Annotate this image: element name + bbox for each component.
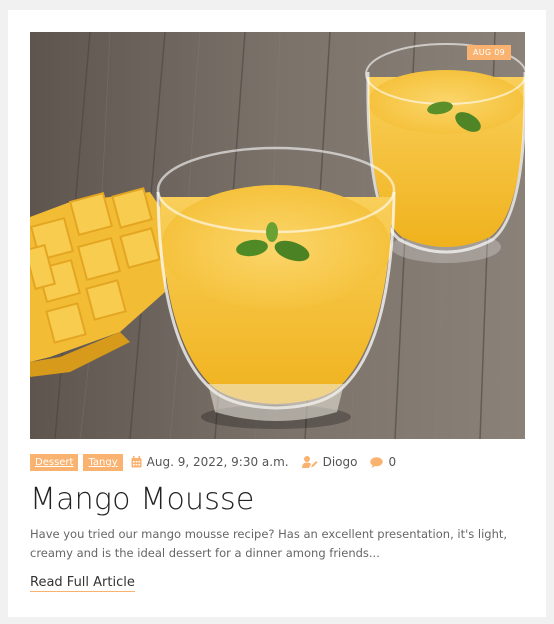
article-datetime: Aug. 9, 2022, 9:30 a.m. <box>146 455 289 469</box>
article-comments: 0 <box>370 455 396 469</box>
read-full-article-link[interactable]: Read Full Article <box>30 575 135 592</box>
tag-dessert[interactable]: Dessert <box>30 453 79 471</box>
article-title[interactable]: Mango Mousse <box>30 482 255 517</box>
article-meta: Dessert Tangy Aug. 9, 2022, 9:30 a.m. Di… <box>30 452 406 472</box>
tag-tangy[interactable]: Tangy <box>83 453 123 471</box>
user-edit-icon <box>301 456 318 468</box>
comment-icon <box>370 456 384 468</box>
article-image[interactable]: AUG 09 <box>30 32 525 439</box>
article-author: Diogo <box>301 455 358 469</box>
date-badge: AUG 09 <box>466 45 511 60</box>
article-card: AUG 09 Dessert Tangy Aug. 9, 2022, 9:30 … <box>8 10 546 617</box>
article-date: Aug. 9, 2022, 9:30 a.m. <box>131 455 289 469</box>
author-link[interactable]: Diogo <box>323 455 358 469</box>
mango-mousse-photo <box>30 32 525 439</box>
article-excerpt: Have you tried our mango mousse recipe? … <box>30 527 508 560</box>
comment-count: 0 <box>388 455 397 469</box>
calendar-icon <box>131 456 142 468</box>
